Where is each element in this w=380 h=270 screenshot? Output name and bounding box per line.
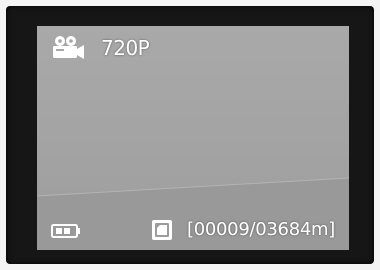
recording-counter: [00009/03684m] (187, 219, 335, 240)
camera-viewfinder: 720P [00009/03684m] (37, 26, 349, 250)
video-camera-icon (53, 36, 84, 59)
battery-icon (51, 224, 80, 238)
sd-card-icon (152, 220, 172, 240)
resolution-label: 720P (101, 36, 150, 60)
